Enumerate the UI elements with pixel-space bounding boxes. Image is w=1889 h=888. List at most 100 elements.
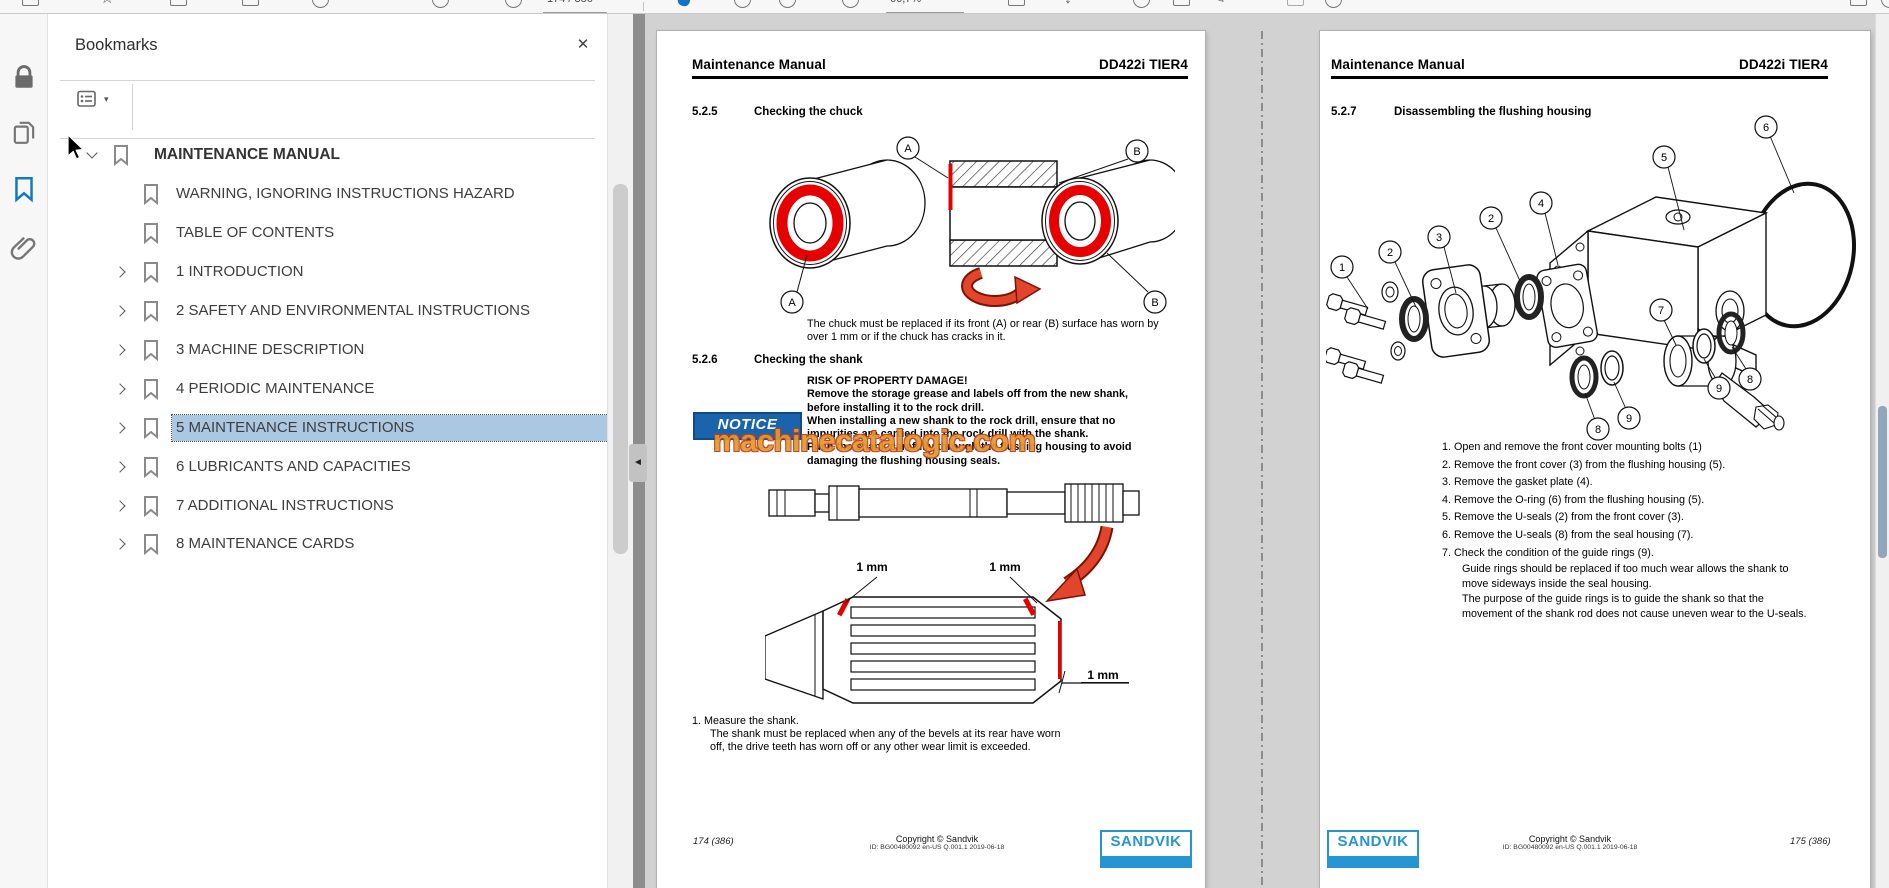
zoom-level-input[interactable]: 66,7% [886, 0, 964, 13]
zoom-menu-icon[interactable] [842, 0, 859, 8]
chevron-right-icon[interactable] [114, 344, 126, 356]
callout-9r: 9 [1716, 383, 1722, 395]
mouse-cursor [67, 134, 85, 160]
chevron-right-icon[interactable] [114, 266, 126, 278]
draw-icon[interactable]: ✎ [1212, 0, 1225, 7]
bookmark-item-4-periodic[interactable]: 4 PERIODIC MAINTENANCE [68, 374, 610, 404]
left-rail [0, 14, 48, 888]
zoom-in-icon[interactable] [779, 0, 796, 8]
bookmark-root[interactable]: MAINTENANCE MANUAL [68, 140, 610, 170]
more-tools-icon[interactable] [1325, 0, 1342, 8]
bookmark-item-5-maintenance-instructions[interactable]: 5 MAINTENANCE INSTRUCTIONS [68, 413, 610, 443]
bookmark-item-8-cards[interactable]: 8 MAINTENANCE CARDS [68, 529, 610, 559]
chevron-right-icon[interactable] [114, 383, 126, 395]
chevron-expanded-icon[interactable] [86, 147, 98, 159]
step: 2. Remove the front cover (3) from the f… [1442, 458, 1726, 471]
bookmark-options-button[interactable]: ▾ [76, 88, 116, 114]
find-icon[interactable] [1881, 0, 1889, 8]
callout-8r: 8 [1747, 374, 1753, 386]
chevron-right-icon[interactable] [114, 461, 126, 473]
bookmark-label: MAINTENANCE MANUAL [154, 146, 340, 163]
bookmark-icon [144, 262, 158, 284]
callout-a-top: A [904, 143, 912, 155]
collapse-panel-button[interactable]: ◄ [629, 444, 647, 482]
header-rule [1331, 76, 1828, 79]
disassembly-steps: 1. Open and remove the front cover mount… [1442, 439, 1862, 621]
footer-copyright: Copyright © Sandvik ID: BG00480092 en-US… [869, 834, 1005, 851]
bookmark-icon [144, 418, 158, 440]
bookmark-item-1-introduction[interactable]: 1 INTRODUCTION [68, 257, 610, 287]
bookmark-item-3-machine[interactable]: 3 MACHINE DESCRIPTION [68, 335, 610, 365]
delete-icon[interactable] [1287, 0, 1304, 6]
page-thumbnails-icon[interactable] [22, 0, 39, 6]
page-header: Maintenance Manual DD422i TIER4 [692, 57, 1188, 72]
header-model: DD422i TIER4 [1739, 57, 1828, 72]
document-scrollbar[interactable] [1875, 14, 1889, 888]
header-model: DD422i TIER4 [1099, 57, 1188, 72]
lock-icon[interactable] [10, 63, 38, 91]
bookmark-icon [144, 457, 158, 479]
bookmark-icon [144, 223, 158, 245]
callout-b-bottom: B [1151, 297, 1158, 309]
chevron-right-icon[interactable] [114, 500, 126, 512]
close-icon[interactable]: ✕ [572, 34, 594, 56]
page-header: Maintenance Manual DD422i TIER4 [1331, 57, 1828, 72]
bookmark-item-toc[interactable]: TABLE OF CONTENTS [68, 218, 610, 248]
chuck-figure: A B A B [769, 136, 1175, 314]
bookmark-item-warning[interactable]: WARNING, IGNORING INSTRUCTIONS HAZARD [68, 179, 610, 209]
fit-width-icon[interactable] [1008, 0, 1025, 6]
dim-1mm-right: 1 mm [989, 560, 1020, 574]
bookmarks-icon[interactable] [10, 175, 38, 203]
step: 6. Remove the U-seals (8) from the seal … [1442, 528, 1694, 541]
callout-2b: 2 [1488, 213, 1494, 225]
step: 4. Remove the O-ring (6) from the flushi… [1442, 493, 1705, 506]
hand-tool-icon[interactable] [676, 0, 692, 8]
previous-page-icon[interactable] [432, 0, 449, 8]
edit-text-icon[interactable]: ✑ [1250, 0, 1263, 7]
measure-note: The shank must be replaced when any of t… [710, 728, 1061, 754]
attachments-icon[interactable] [10, 233, 38, 261]
print-icon[interactable] [242, 0, 259, 6]
callout-4: 4 [1538, 198, 1544, 210]
page-number-input[interactable]: 174 / 386 [543, 0, 607, 13]
document-scrollbar-thumb[interactable] [1878, 406, 1887, 558]
bookmark-item-7-additional[interactable]: 7 ADDITIONAL INSTRUCTIONS [68, 491, 610, 521]
step-note: Guide rings should be replaced if too mu… [1462, 563, 1807, 620]
scroll-mode-icon[interactable]: ↓ [1064, 0, 1072, 7]
search-icon[interactable] [312, 0, 329, 8]
next-page-icon[interactable] [505, 0, 522, 8]
page-copy-icon[interactable] [10, 118, 38, 146]
document-area: Maintenance Manual DD422i TIER4 5.2.5 Ch… [645, 14, 1889, 888]
step: 5. Remove the U-seals (2) from the front… [1442, 511, 1684, 524]
acrobat-window: ☆ 174 / 386 66,7% ↓ ✎ ✑ ✒ [0, 0, 1889, 888]
header-title: Maintenance Manual [1331, 57, 1465, 72]
options-list-icon [77, 90, 96, 107]
bookmarks-scrollbar-thumb[interactable] [613, 184, 628, 554]
page-number: 175 (386) [1790, 836, 1831, 847]
comment-pin-icon[interactable] [1133, 0, 1150, 8]
page-separator [1261, 31, 1263, 888]
panel-title: Bookmarks [75, 36, 158, 54]
bookmark-label: TABLE OF CONTENTS [176, 224, 335, 241]
bookmark-label: WARNING, IGNORING INSTRUCTIONS HAZARD [176, 185, 515, 202]
chevron-right-icon[interactable] [114, 422, 126, 434]
footer-copyright: Copyright © Sandvik ID: BG00480092 en-US… [1502, 834, 1638, 851]
highlight-icon[interactable] [1173, 0, 1190, 6]
chevron-right-icon[interactable] [114, 305, 126, 317]
step: 1. Open and remove the front cover mount… [1442, 441, 1702, 453]
zoom-out-icon[interactable] [734, 0, 751, 8]
dim-1mm-rear: 1 mm [1087, 668, 1118, 682]
bookmarks-panel: Bookmarks ✕ ▾ MAINTENANCE MANUAL WARNING… [48, 14, 610, 888]
header-title: Maintenance Manual [692, 57, 826, 72]
chevron-right-icon[interactable] [114, 538, 126, 550]
share-icon[interactable] [1850, 0, 1867, 6]
section-number: 5.2.5 [692, 106, 718, 118]
split-view-icon[interactable] [170, 0, 187, 6]
bookmark-item-6-lubricants[interactable]: 6 LUBRICANTS AND CAPACITIES [68, 452, 610, 482]
callout-a-bottom: A [788, 297, 796, 309]
star-icon[interactable]: ☆ [100, 0, 114, 7]
bookmark-icon [114, 145, 128, 167]
fill-sign-icon[interactable]: ✒ [1763, 0, 1776, 7]
bookmark-icon [144, 534, 158, 556]
bookmark-item-2-safety[interactable]: 2 SAFETY AND ENVIRONMENTAL INSTRUCTIONS [68, 296, 610, 326]
